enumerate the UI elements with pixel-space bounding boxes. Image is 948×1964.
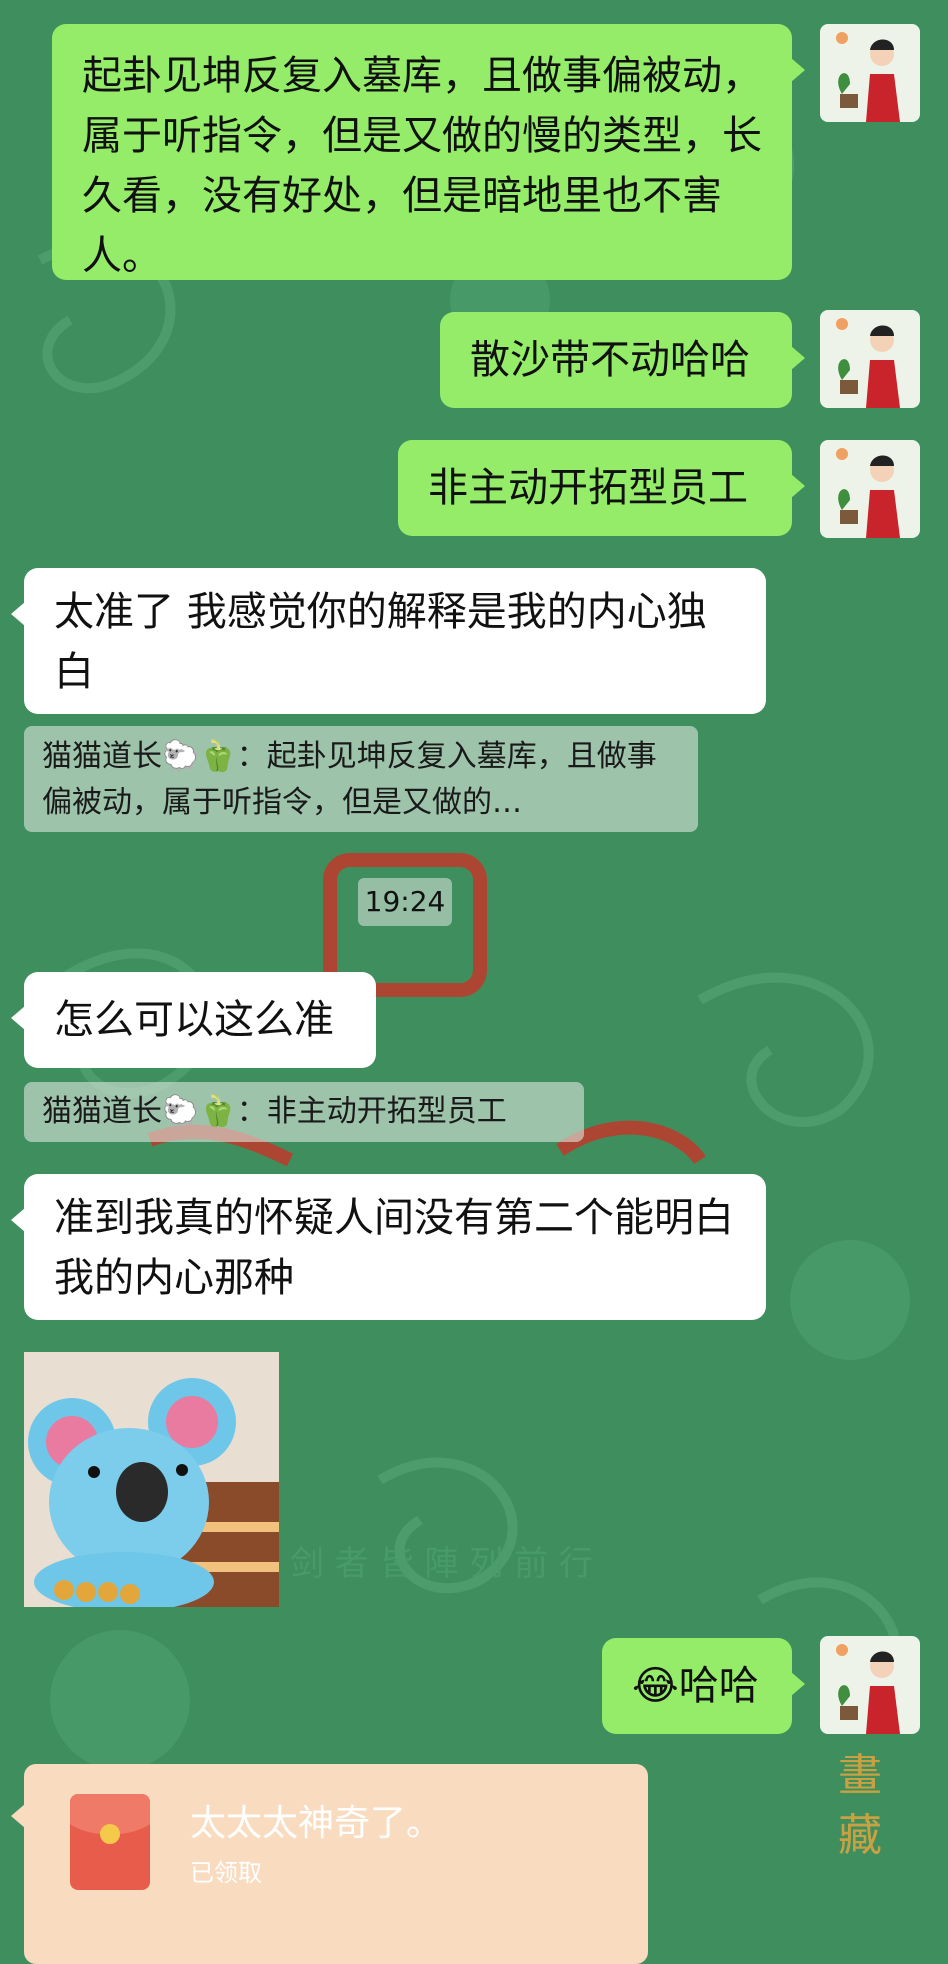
timestamp: 19:24 [358,878,452,926]
user-avatar[interactable] [820,310,920,408]
svg-text:畫: 畫 [838,1750,882,1801]
received-message-bubble[interactable]: 太准了 我感觉你的解释是我的内心独白 [11,568,766,714]
message-text: 怎么可以这么准 [54,997,334,1043]
message-text: 哈哈 [678,1663,759,1709]
red-envelope-icon [70,1794,150,1890]
message-text: 非主动开拓型员工 [428,465,748,511]
message-text: 准到我真的怀疑人间没有第二个能明白我的内心那种 [54,1195,734,1301]
quote-sender: 猫猫道长🐑🫑 [42,1094,237,1129]
quote-sender: 猫猫道长🐑🫑 [42,739,237,774]
message-text: 太准了 我感觉你的解释是我的内心独白 [54,589,707,695]
sent-message-bubble[interactable]: 起卦见坤反复入墓库，且做事偏被动，属于听指令，但是又做的慢的类型，长久看，没有好… [52,24,805,280]
laughing-emoji-icon: 😂 [632,1663,679,1709]
sent-message-bubble[interactable]: 散沙带不动哈哈 [440,312,805,408]
red-packet-title: 太太太神奇了。 [190,1803,443,1844]
svg-text:剑 者 皆 陣 列 前 行: 剑 者 皆 陣 列 前 行 [290,1544,593,1584]
received-message-bubble[interactable]: 怎么可以这么准 [11,972,376,1068]
svg-text:藏: 藏 [838,1810,882,1861]
message-text: 散沙带不动哈哈 [470,337,750,383]
sent-message-bubble[interactable]: 😂哈哈 [602,1638,805,1734]
quoted-reply[interactable]: 猫猫道长🐑🫑：非主动开拓型员工 [24,1082,584,1142]
red-packet-card[interactable]: 太太太神奇了。 已领取 [11,1764,648,1964]
sent-message-bubble[interactable]: 非主动开拓型员工 [398,440,805,536]
red-packet-status: 已领取 [190,1859,262,1887]
user-avatar[interactable] [820,24,920,122]
quote-text: ：非主动开拓型员工 [236,1094,507,1129]
message-text: 起卦见坤反复入墓库，且做事偏被动，属于听指令，但是又做的慢的类型，长久看，没有好… [82,53,762,279]
received-message-bubble[interactable]: 准到我真的怀疑人间没有第二个能明白我的内心那种 [11,1174,766,1320]
koala-sticker[interactable] [24,1352,279,1607]
quoted-reply[interactable]: 猫猫道长🐑🫑：起卦见坤反复入墓库，且做事偏被动，属于听指令，但是又做的… [24,726,698,832]
user-avatar[interactable] [820,1636,920,1734]
user-avatar[interactable] [820,440,920,538]
